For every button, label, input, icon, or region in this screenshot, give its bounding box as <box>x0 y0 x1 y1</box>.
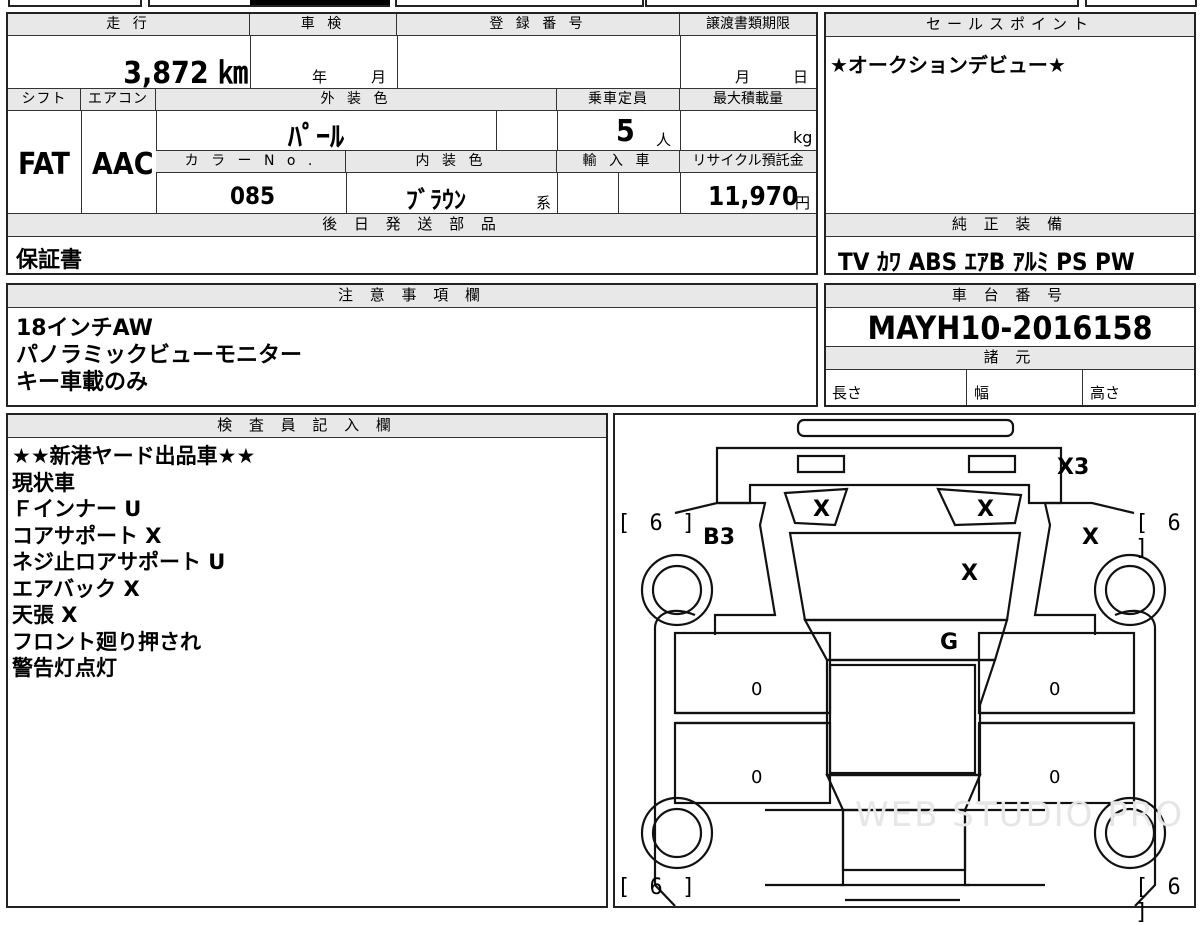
sales-point-value: ★オークションデビュー★ <box>830 53 1066 77</box>
door-mark-left-front: 0 <box>751 679 763 700</box>
later-parts-value: 保証書 <box>16 248 83 273</box>
shift-header: シフト <box>8 89 81 111</box>
transfer-day-unit: 日 <box>793 68 809 86</box>
inspector-notes-list: ★★新港ヤード出品車★★ 現状車 Ｆインナー U コアサポート X ネジ止ロアサポート … <box>12 443 255 682</box>
damage-mark-windshield: G <box>940 630 959 655</box>
interior-color-suffix: 系 <box>536 194 552 212</box>
recycle-deposit-unit: 円 <box>795 194 811 212</box>
notes-header: 注 意 事 項 欄 <box>8 285 816 308</box>
damage-mark-rear-bumper: X3 <box>1057 455 1090 480</box>
aircon-value: AAC <box>92 147 154 182</box>
tire-rear-right: [ 6 ] <box>1135 875 1184 925</box>
door-mark-right-front: 0 <box>1049 679 1061 700</box>
color-no-value: 085 <box>230 182 276 210</box>
damage-mark-left-fender: B3 <box>703 525 736 550</box>
inspector-note-line: 現状車 <box>12 470 75 495</box>
damage-mark-right-fender: X <box>1082 525 1099 550</box>
damage-mark-left-light: X <box>813 497 830 522</box>
recycle-deposit-value: 11,970 <box>708 182 799 212</box>
mileage-header: 走 行 <box>8 14 250 36</box>
notes-line: キー車載のみ <box>16 370 149 395</box>
capacity-unit: 人 <box>656 131 672 149</box>
inspector-panel: 検 査 員 記 入 欄 ★★新港ヤード出品車★★ 現状車 Ｆインナー U コアサポート… <box>6 413 608 908</box>
later-parts-header: 後 日 発 送 部 品 <box>8 214 816 237</box>
max-load-header: 最大積載量 <box>680 89 816 111</box>
recycle-deposit-header: リサイクル預託金 <box>680 151 816 173</box>
equipment-header: 純 正 装 備 <box>826 214 1194 237</box>
notes-line: パノラミックビューモニター <box>16 343 303 368</box>
notes-list: 18インチAW パノラミックビューモニター キー車載のみ <box>16 315 302 396</box>
chassis-number-value: MAYH10-2016158 <box>867 309 1153 347</box>
interior-color-header: 内 装 色 <box>346 151 557 173</box>
tire-front-left: [ 6 ] <box>617 511 699 536</box>
exterior-color-header: 外 装 色 <box>156 89 557 111</box>
mileage-value: 3,872 ㎞ <box>123 56 248 91</box>
door-mark-right-rear: 0 <box>1049 767 1061 788</box>
transfer-deadline-header: 譲渡書類期限 <box>680 14 816 36</box>
inspector-header: 検 査 員 記 入 欄 <box>8 415 606 438</box>
inspector-note-line: ネジ止ロアサポート U <box>12 550 226 574</box>
notes-panel: 注 意 事 項 欄 18インチAW パノラミックビューモニター キー車載のみ <box>6 283 818 407</box>
notes-line: 18インチAW <box>16 316 153 341</box>
inspector-note-line: エアバック X <box>12 576 140 601</box>
door-mark-left-rear: 0 <box>751 767 763 788</box>
shaken-year-unit: 年 <box>312 68 328 86</box>
tire-rear-left: [ 6 ] <box>617 875 699 900</box>
capacity-header: 乗車定員 <box>557 89 680 111</box>
inspector-note-line: 警告灯点灯 <box>12 656 117 680</box>
specs-header: 諸 元 <box>826 347 1194 370</box>
shaken-header: 車 検 <box>250 14 397 36</box>
exterior-color-value: ﾊﾟｰﾙ <box>288 120 345 153</box>
max-load-unit: kg <box>793 128 813 147</box>
chassis-panel: 車 台 番 号 MAYH10-2016158 諸 元 長さ 幅 高さ <box>824 283 1196 407</box>
equipment-value: TV ｶﾜ ABS ｴｱB ｱﾙﾐ PS PW <box>838 248 1135 276</box>
inspector-note-line: 天張 X <box>12 603 78 627</box>
damage-mark-right-light: X <box>977 497 994 522</box>
registration-header: 登 録 番 号 <box>397 14 680 36</box>
shaken-month-unit: 月 <box>371 68 387 86</box>
interior-color-value: ﾌﾞﾗｳﾝ <box>406 186 466 214</box>
shift-value: FAT <box>18 147 70 182</box>
sales-point-header: セールスポイント <box>826 14 1194 37</box>
damage-diagram-panel: WEB STUDIO PRO X3 B3 X X X X G 0 0 0 0 [… <box>613 413 1196 925</box>
tire-front-right: [ 6 ] <box>1135 511 1184 561</box>
vehicle-spec-table: 走 行 車 検 登 録 番 号 譲渡書類期限 3,872 ㎞ 年 月 月 日 シ… <box>6 12 818 275</box>
width-label: 幅 <box>974 384 990 402</box>
damage-mark-hood: X <box>961 561 978 586</box>
color-no-header: カ ラ ー N o . <box>156 151 346 173</box>
import-header: 輸 入 車 <box>557 151 680 173</box>
chassis-number-header: 車 台 番 号 <box>826 285 1194 308</box>
watermark: WEB STUDIO PRO <box>855 795 1185 835</box>
inspector-note-line: Ｆインナー U <box>12 497 142 521</box>
aircon-header: エアコン <box>81 89 156 111</box>
length-label: 長さ <box>832 384 863 402</box>
inspector-note-line: フロント廻り押され <box>12 629 201 654</box>
capacity-value: 5 <box>616 114 635 149</box>
height-label: 高さ <box>1090 384 1121 402</box>
top-cutoff-strip <box>0 0 1200 7</box>
sales-point-panel: セールスポイント ★オークションデビュー★ 純 正 装 備 TV ｶﾜ ABS … <box>824 12 1196 276</box>
transfer-month-unit: 月 <box>735 68 751 86</box>
inspector-note-line: ★★新港ヤード出品車★★ <box>12 444 256 468</box>
inspector-note-line: コアサポート X <box>12 523 162 548</box>
